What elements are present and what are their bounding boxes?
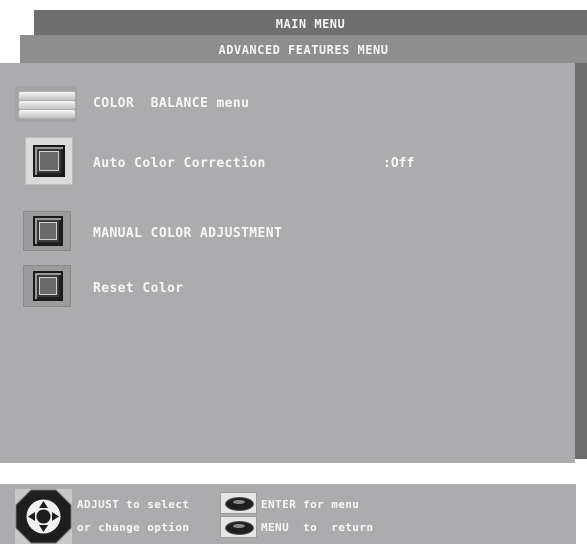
menu-item-label[interactable]: Auto Color Correction [93,156,266,171]
menu-item-label[interactable]: COLOR BALANCE menu [93,96,249,111]
enter-help-text: ENTER for menu [261,498,360,511]
menu-button-icon [220,516,257,538]
menu-item-color-balance[interactable] [15,86,77,122]
panel-shadow [575,63,587,459]
main-menu-title: MAIN MENU [275,17,346,31]
main-menu-title-bar: MAIN MENU [34,10,587,35]
square-button-icon [33,216,63,246]
menu-item-label[interactable]: Reset Color [93,281,184,296]
auto-color-correction-value: :Off [383,156,415,171]
enter-button-icon [220,492,257,514]
menu-item-label[interactable]: MANUAL COLOR ADJUSTMENT [93,226,282,241]
help-bar: ADJUST to select or change option ENTER … [0,484,576,544]
adjust-help-text: or change option [77,521,190,534]
menu-item-auto-color-correction[interactable] [25,137,73,185]
menu-help-text: MENU to return [261,521,374,534]
menu-item-reset-color[interactable] [23,265,71,307]
advanced-features-title: ADVANCED FEATURES MENU [218,43,389,57]
menu-item-manual-color-adjustment[interactable] [23,211,71,251]
menu-panel [0,63,575,463]
color-balance-icon [15,86,77,122]
dpad-icon [15,489,72,544]
square-button-icon [33,145,65,177]
square-button-icon [33,271,63,301]
advanced-features-title-bar: ADVANCED FEATURES MENU [20,35,587,63]
adjust-help-text: ADJUST to select [77,498,190,511]
